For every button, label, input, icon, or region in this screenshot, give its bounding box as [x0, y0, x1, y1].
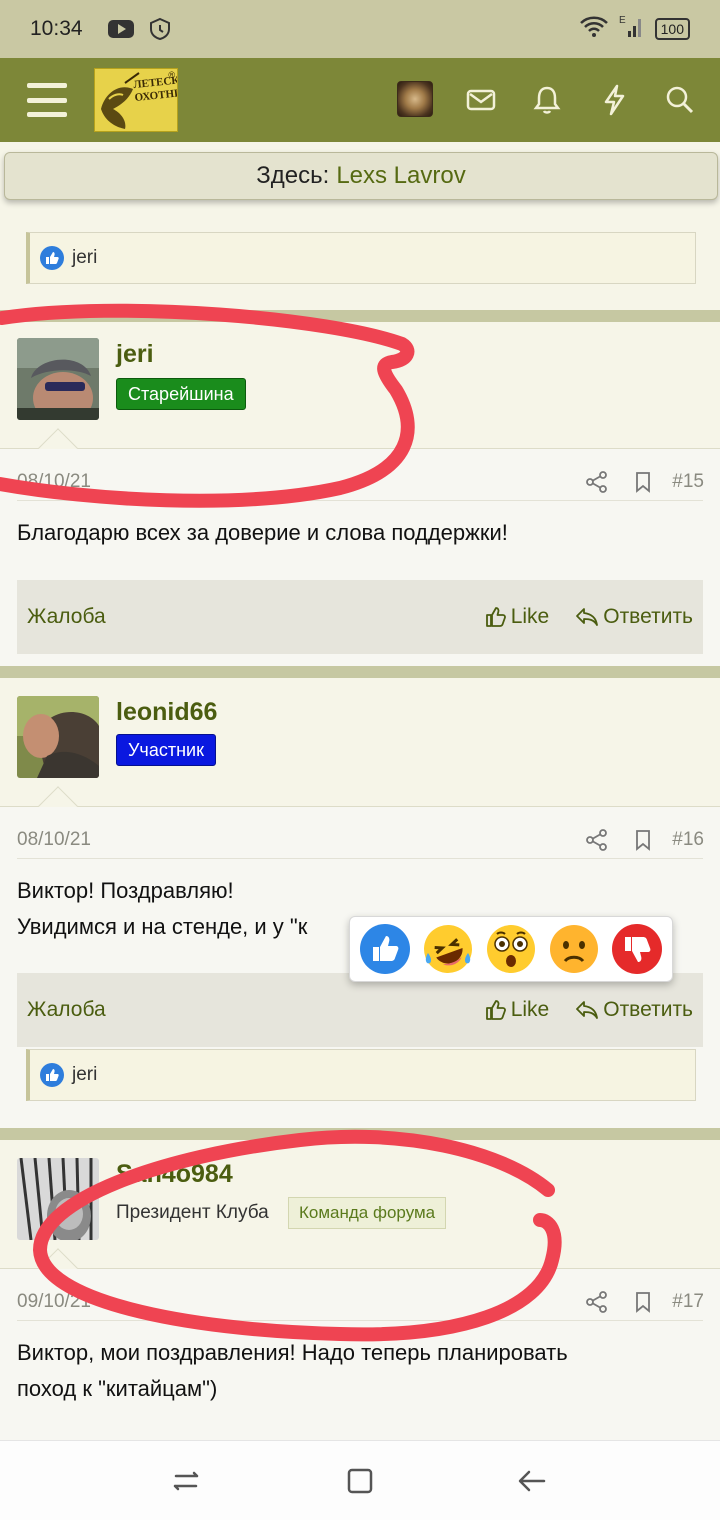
like-button[interactable]: Like: [485, 998, 550, 1022]
bookmark-icon[interactable]: [620, 469, 666, 495]
user-badge: Участник: [116, 734, 216, 766]
like-label: Like: [510, 605, 550, 628]
divider: [17, 858, 703, 859]
username[interactable]: leonid66: [116, 698, 217, 727]
team-badge: Команда форума: [288, 1197, 447, 1229]
reaction-user[interactable]: jeri: [72, 1064, 97, 1086]
shield-icon: [149, 17, 171, 41]
reaction-picker: [349, 916, 673, 982]
like-reaction-icon[interactable]: [359, 923, 411, 975]
like-button[interactable]: Like: [485, 605, 550, 629]
reply-button[interactable]: Ответить: [575, 998, 693, 1022]
status-time: 10:34: [30, 17, 83, 40]
menu-icon[interactable]: [27, 83, 67, 117]
divider: [17, 500, 703, 501]
system-nav-bar: [0, 1440, 720, 1520]
post-actions: Жалоба Like Ответить: [17, 973, 703, 1047]
post-number[interactable]: #16: [672, 829, 704, 851]
recents-icon[interactable]: [164, 1459, 208, 1503]
post-date[interactable]: 08/10/21: [17, 471, 91, 493]
avatar[interactable]: [17, 1158, 99, 1240]
post-body: 08/10/21 #15 Благодарю всех за доверие и…: [0, 449, 720, 666]
report-button[interactable]: Жалоба: [27, 605, 106, 629]
like-label: Like: [510, 998, 550, 1021]
reply-icon: [576, 608, 599, 626]
username[interactable]: San4o984: [116, 1160, 233, 1189]
report-button[interactable]: Жалоба: [27, 998, 106, 1022]
youtube-icon: [107, 18, 135, 40]
avatar[interactable]: [17, 338, 99, 420]
here-user-link[interactable]: Lexs Lavrov: [336, 162, 465, 190]
thumbs-up-icon: [40, 246, 64, 270]
reply-button[interactable]: Ответить: [575, 605, 693, 629]
post-15: jeri Старейшина 08/10/21 #15 Благодарю в…: [0, 322, 720, 666]
wow-reaction-icon[interactable]: [485, 923, 537, 975]
sad-reaction-icon[interactable]: [548, 923, 600, 975]
user-title: Президент Клуба: [116, 1202, 269, 1223]
post-actions: Жалоба Like Ответить: [17, 580, 703, 654]
bookmark-icon[interactable]: [620, 827, 666, 853]
post-date[interactable]: 09/10/21: [17, 1291, 91, 1313]
logo-text: ЛЕТЕСКИЙ ОХОТНИК: [132, 72, 178, 105]
post-message-line-1: Виктор, мои поздравления! Надо теперь пл…: [17, 1340, 568, 1365]
post-17: San4o984 Президент Клуба Команда форума …: [0, 1140, 720, 1440]
user-avatar[interactable]: [397, 81, 433, 117]
post-message-line-2: поход к "китайцам"): [17, 1376, 218, 1401]
here-label: Здесь:: [256, 162, 330, 189]
post-number[interactable]: #15: [672, 471, 704, 493]
search-icon[interactable]: [663, 83, 697, 117]
network-type: E: [619, 15, 626, 26]
site-logo[interactable]: ® ЛЕТЕСКИЙ ОХОТНИК: [94, 68, 178, 132]
post-message-line-2: Увидимся и на стенде, и у "к: [17, 914, 308, 939]
thumbs-up-icon: [485, 1000, 506, 1020]
user-badge: Старейшина: [116, 378, 246, 410]
reaction-user[interactable]: jeri: [72, 247, 97, 269]
app-header: ® ЛЕТЕСКИЙ ОХОТНИК: [0, 58, 720, 142]
username[interactable]: jeri: [116, 340, 154, 369]
share-icon[interactable]: [574, 1289, 620, 1315]
signal-icon: E: [619, 13, 645, 45]
post-message-line-1: Виктор! Поздравляю!: [17, 878, 234, 903]
lightning-icon[interactable]: [597, 83, 631, 117]
bookmark-icon[interactable]: [620, 1289, 666, 1315]
reply-label: Ответить: [603, 998, 693, 1021]
share-icon[interactable]: [574, 469, 620, 495]
mail-icon[interactable]: [464, 83, 498, 117]
here-bar[interactable]: Здесь: Lexs Lavrov: [4, 152, 718, 200]
dislike-reaction-icon[interactable]: [611, 923, 663, 975]
reply-label: Ответить: [603, 605, 693, 628]
post-body: 09/10/21 #17 Виктор, мои поздравления! Н…: [0, 1269, 720, 1440]
status-bar: 10:34 E 100: [0, 0, 720, 58]
post-date[interactable]: 08/10/21: [17, 829, 91, 851]
post-number[interactable]: #17: [672, 1291, 704, 1313]
reaction-summary[interactable]: jeri: [26, 232, 696, 284]
divider: [17, 1320, 703, 1321]
thumbs-up-icon: [485, 607, 506, 627]
avatar[interactable]: [17, 696, 99, 778]
post-16: leonid66 Участник 08/10/21 #16 Виктор! П…: [0, 678, 720, 1128]
reaction-summary[interactable]: jeri: [26, 1049, 696, 1101]
back-icon[interactable]: [510, 1459, 554, 1503]
post-separator: [0, 666, 720, 678]
post-message: Благодарю всех за доверие и слова поддер…: [17, 520, 508, 545]
thumbs-up-icon: [40, 1063, 64, 1087]
share-icon[interactable]: [574, 827, 620, 853]
post-separator: [0, 1128, 720, 1140]
home-icon[interactable]: [338, 1459, 382, 1503]
wifi-icon: [579, 14, 609, 44]
battery-indicator: 100: [654, 18, 690, 40]
post-separator: [0, 310, 720, 322]
reply-icon: [576, 1001, 599, 1019]
bell-icon[interactable]: [530, 83, 564, 117]
laugh-reaction-icon[interactable]: [422, 923, 474, 975]
